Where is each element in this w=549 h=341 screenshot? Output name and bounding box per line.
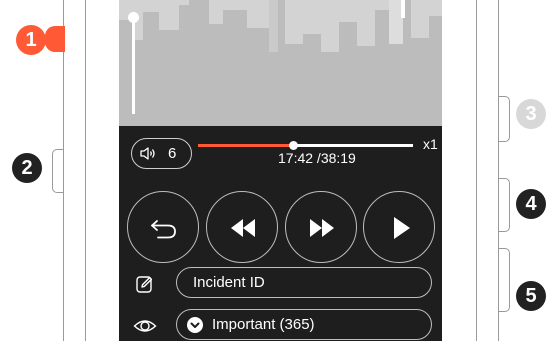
time-readout: 17:42 /38:19 [278,150,356,166]
play-icon [394,217,410,239]
speaker-icon [140,147,155,160]
rewind-icon [231,219,255,237]
device-outline-right-inner [476,0,477,341]
progress-fill [198,144,293,147]
callout-1: 1 [16,25,46,55]
incident-id-text: Incident ID [193,274,265,291]
side-button-top-left[interactable] [45,26,65,52]
timeline-scrubber-line[interactable] [132,17,135,114]
tag-dropdown-text: Important (365) [212,316,315,333]
fast-forward-icon [310,219,334,237]
playback-speed[interactable]: x1 [423,136,438,152]
volume-value: 6 [168,145,177,162]
city-skyline-illustration [119,0,442,126]
phone-screen: 6 x1 17:42 /38:19 Incident ID Important … [119,0,442,341]
video-preview[interactable] [119,0,442,126]
incident-id-field[interactable]: Incident ID [176,267,432,298]
rewind-button[interactable] [206,191,278,263]
callout-5: 5 [516,281,546,311]
back-button[interactable] [127,191,199,263]
side-button-bottom-right[interactable] [498,248,510,312]
side-button-top-right[interactable] [498,96,510,142]
callout-4: 4 [516,189,546,219]
fast-forward-button[interactable] [285,191,357,263]
progress-bar[interactable] [198,141,413,150]
side-button-middle-left[interactable] [52,149,64,193]
volume-control[interactable]: 6 [131,138,192,169]
chevron-down-icon [187,317,203,333]
eye-icon [133,320,157,332]
progress-handle[interactable] [288,141,298,150]
callout-2: 2 [12,153,42,183]
device-outline-left-inner [85,0,86,341]
back-arrow-icon [151,220,176,239]
side-button-middle-right[interactable] [498,178,510,232]
timeline-scrubber-handle[interactable] [128,12,139,23]
edit-icon [136,276,153,293]
play-button[interactable] [363,191,435,263]
tag-dropdown[interactable]: Important (365) [176,309,432,340]
callout-3: 3 [516,99,546,129]
